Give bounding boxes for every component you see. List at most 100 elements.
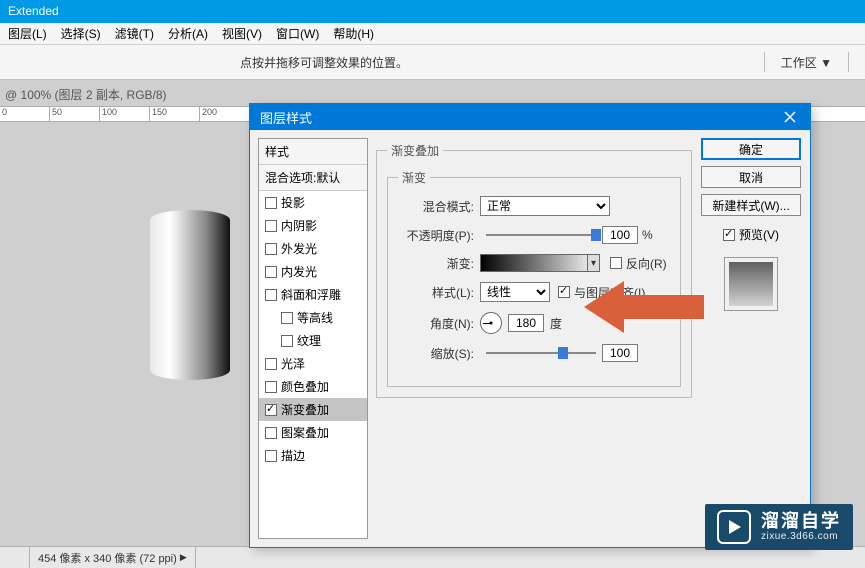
ruler-tick: 200 xyxy=(200,107,250,121)
chevron-right-icon[interactable]: ▶ xyxy=(180,552,187,563)
opacity-input[interactable] xyxy=(602,226,638,244)
ruler-tick: 150 xyxy=(150,107,200,121)
dialog-title: 图层样式 xyxy=(260,108,312,127)
style-item-satin[interactable]: 光泽 xyxy=(259,352,367,375)
style-label: 渐变叠加 xyxy=(281,401,329,418)
settings-panel: 渐变叠加 渐变 混合模式: 正常 不透明度(P): % xyxy=(376,138,692,539)
close-icon xyxy=(784,111,796,123)
style-label-text: 样式(L): xyxy=(398,284,480,301)
divider xyxy=(848,52,849,72)
preview-checkbox[interactable] xyxy=(723,229,735,241)
style-item-contour[interactable]: 等高线 xyxy=(259,306,367,329)
panel-title: 渐变叠加 xyxy=(387,142,443,159)
menu-item[interactable]: 图层(L) xyxy=(8,25,47,42)
reverse-checkbox[interactable] xyxy=(610,257,622,269)
close-button[interactable] xyxy=(770,104,810,130)
ruler-tick: 50 xyxy=(50,107,100,121)
cylinder-shape xyxy=(150,210,230,380)
style-item-pattern-overlay[interactable]: 图案叠加 xyxy=(259,421,367,444)
angle-dial[interactable] xyxy=(480,312,502,334)
opacity-slider[interactable] xyxy=(486,234,596,236)
blend-options-header[interactable]: 混合选项:默认 xyxy=(259,165,367,191)
checkbox[interactable] xyxy=(265,289,277,301)
app-title-bar: Extended xyxy=(0,0,865,23)
style-label: 纹理 xyxy=(297,332,321,349)
ruler-tick: 100 xyxy=(100,107,150,121)
dialog-buttons: 确定 取消 新建样式(W)... 预览(V) xyxy=(700,138,802,539)
menu-item[interactable]: 选择(S) xyxy=(61,25,101,42)
document-title: @ 100% (图层 2 副本, RGB/8) xyxy=(5,86,167,103)
angle-input[interactable] xyxy=(508,314,544,332)
new-style-button[interactable]: 新建样式(W)... xyxy=(701,194,801,216)
gradient-group: 渐变 混合模式: 正常 不透明度(P): % 渐变: xyxy=(387,169,681,387)
menu-item[interactable]: 滤镜(T) xyxy=(115,25,154,42)
gradient-overlay-group: 渐变叠加 渐变 混合模式: 正常 不透明度(P): % xyxy=(376,142,692,398)
style-item-bevel[interactable]: 斜面和浮雕 xyxy=(259,283,367,306)
blend-mode-select[interactable]: 正常 xyxy=(480,196,610,216)
style-label: 斜面和浮雕 xyxy=(281,286,341,303)
align-checkbox[interactable] xyxy=(558,286,570,298)
checkbox[interactable] xyxy=(281,335,293,347)
scale-slider[interactable] xyxy=(486,352,596,354)
group-title: 渐变 xyxy=(398,169,430,186)
status-dimensions: 454 像素 x 340 像素 (72 ppi) ▶ xyxy=(30,547,196,568)
options-hint: 点按并拖移可调整效果的位置。 xyxy=(240,54,408,71)
style-select[interactable]: 线性 xyxy=(480,282,550,302)
checkbox[interactable] xyxy=(265,220,277,232)
canvas[interactable] xyxy=(130,130,250,460)
checkbox[interactable] xyxy=(265,381,277,393)
style-item-stroke[interactable]: 描边 xyxy=(259,444,367,467)
dialog-title-bar[interactable]: 图层样式 xyxy=(250,104,810,130)
style-label: 描边 xyxy=(281,447,305,464)
checkbox[interactable] xyxy=(265,358,277,370)
layer-style-dialog: 图层样式 样式 混合选项:默认 投影 内阴影 外发光 内发光 斜面和浮雕 等高线… xyxy=(249,103,811,548)
checkbox[interactable] xyxy=(281,312,293,324)
style-item-color-overlay[interactable]: 颜色叠加 xyxy=(259,375,367,398)
style-list-header[interactable]: 样式 xyxy=(259,139,367,165)
checkbox[interactable] xyxy=(265,404,277,416)
style-item-inner-shadow[interactable]: 内阴影 xyxy=(259,214,367,237)
workspace-selector[interactable]: 工作区 ▼ xyxy=(775,52,838,73)
checkbox[interactable] xyxy=(265,197,277,209)
menu-item[interactable]: 分析(A) xyxy=(168,25,208,42)
menu-bar: 图层(L) 选择(S) 滤镜(T) 分析(A) 视图(V) 窗口(W) 帮助(H… xyxy=(0,23,865,45)
style-label: 外发光 xyxy=(281,240,317,257)
checkbox[interactable] xyxy=(265,243,277,255)
style-label: 颜色叠加 xyxy=(281,378,329,395)
checkbox[interactable] xyxy=(265,427,277,439)
align-label: 与图层对齐(I) xyxy=(574,284,645,301)
style-label: 光泽 xyxy=(281,355,305,372)
menu-item[interactable]: 窗口(W) xyxy=(276,25,319,42)
style-label: 内阴影 xyxy=(281,217,317,234)
gradient-label: 渐变: xyxy=(398,255,480,272)
angle-label: 角度(N): xyxy=(398,315,480,332)
style-label: 图案叠加 xyxy=(281,424,329,441)
watermark-cn: 溜溜自学 xyxy=(761,512,841,532)
style-item-shadow[interactable]: 投影 xyxy=(259,191,367,214)
preview-toggle[interactable]: 预览(V) xyxy=(723,226,779,243)
style-list: 样式 混合选项:默认 投影 内阴影 外发光 内发光 斜面和浮雕 等高线 纹理 光… xyxy=(258,138,368,539)
ok-button[interactable]: 确定 xyxy=(701,138,801,160)
angle-unit: 度 xyxy=(550,315,562,332)
style-item-outer-glow[interactable]: 外发光 xyxy=(259,237,367,260)
watermark: 溜溜自学 zixue.3d66.com xyxy=(705,504,853,550)
style-item-texture[interactable]: 纹理 xyxy=(259,329,367,352)
divider xyxy=(764,52,765,72)
menu-item[interactable]: 视图(V) xyxy=(222,25,262,42)
scale-input[interactable] xyxy=(602,344,638,362)
opacity-label: 不透明度(P): xyxy=(398,227,480,244)
cancel-button[interactable]: 取消 xyxy=(701,166,801,188)
style-item-gradient-overlay[interactable]: 渐变叠加 xyxy=(259,398,367,421)
gradient-picker[interactable] xyxy=(480,254,600,272)
menu-item[interactable]: 帮助(H) xyxy=(333,25,374,42)
style-label: 投影 xyxy=(281,194,305,211)
checkbox[interactable] xyxy=(265,266,277,278)
status-dims-text: 454 像素 x 340 像素 (72 ppi) xyxy=(38,550,177,566)
style-label: 等高线 xyxy=(297,309,333,326)
opacity-unit: % xyxy=(642,228,653,242)
app-title: Extended xyxy=(8,4,59,18)
checkbox[interactable] xyxy=(265,450,277,462)
style-item-inner-glow[interactable]: 内发光 xyxy=(259,260,367,283)
preview-label: 预览(V) xyxy=(739,226,779,243)
ruler-tick: 0 xyxy=(0,107,50,121)
